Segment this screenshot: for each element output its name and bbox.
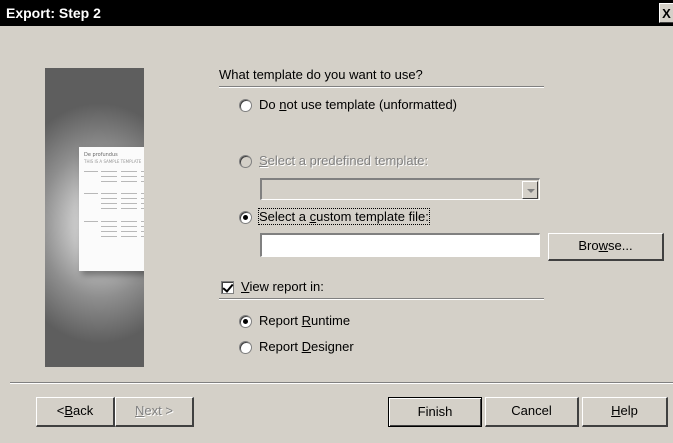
question-separator bbox=[219, 86, 544, 88]
close-button[interactable]: X bbox=[659, 3, 673, 23]
wizard-illustration: De profundus THIS IS A SAMPLE TEMPLATE bbox=[45, 68, 144, 367]
custom-template-label[interactable]: Select a custom template file: bbox=[258, 208, 430, 225]
next-button[interactable]: Next > bbox=[115, 397, 194, 427]
report-runtime-label[interactable]: Report Runtime bbox=[259, 313, 350, 328]
cancel-button[interactable]: Cancel bbox=[485, 397, 579, 427]
footer-separator bbox=[10, 382, 673, 384]
predefined-template-dropdown[interactable] bbox=[260, 178, 540, 200]
template-question-label: What template do you want to use? bbox=[219, 67, 423, 82]
predefined-template-label[interactable]: Select a predefined template: bbox=[259, 153, 428, 168]
no-template-label[interactable]: Do not use template (unformatted) bbox=[259, 97, 457, 112]
doc-preview-title: De profundus bbox=[84, 152, 118, 158]
predefined-template-radio[interactable] bbox=[239, 155, 252, 168]
browse-button[interactable]: Browse... bbox=[548, 233, 664, 261]
report-designer-radio[interactable] bbox=[239, 341, 252, 354]
title-bar: Export: Step 2 X bbox=[0, 0, 673, 26]
back-button[interactable]: < Back bbox=[36, 397, 115, 427]
export-dialog: Export: Step 2 X De profundus THIS IS A … bbox=[0, 0, 673, 443]
doc-preview-subtitle: THIS IS A SAMPLE TEMPLATE bbox=[84, 159, 142, 164]
window-title: Export: Step 2 bbox=[6, 5, 101, 21]
no-template-radio[interactable] bbox=[239, 99, 252, 112]
report-designer-label[interactable]: Report Designer bbox=[259, 339, 354, 354]
view-separator bbox=[219, 298, 544, 300]
custom-template-path-field[interactable] bbox=[260, 233, 540, 257]
close-icon: X bbox=[662, 6, 671, 21]
report-runtime-radio[interactable] bbox=[239, 315, 252, 328]
custom-template-radio[interactable] bbox=[239, 211, 252, 224]
view-report-label[interactable]: View report in: bbox=[241, 279, 324, 294]
help-button[interactable]: Help bbox=[582, 397, 668, 427]
view-report-checkbox[interactable] bbox=[221, 281, 234, 294]
finish-button[interactable]: Finish bbox=[388, 397, 482, 427]
chevron-down-icon[interactable] bbox=[522, 181, 538, 199]
document-illustration-icon: De profundus THIS IS A SAMPLE TEMPLATE bbox=[79, 147, 144, 271]
